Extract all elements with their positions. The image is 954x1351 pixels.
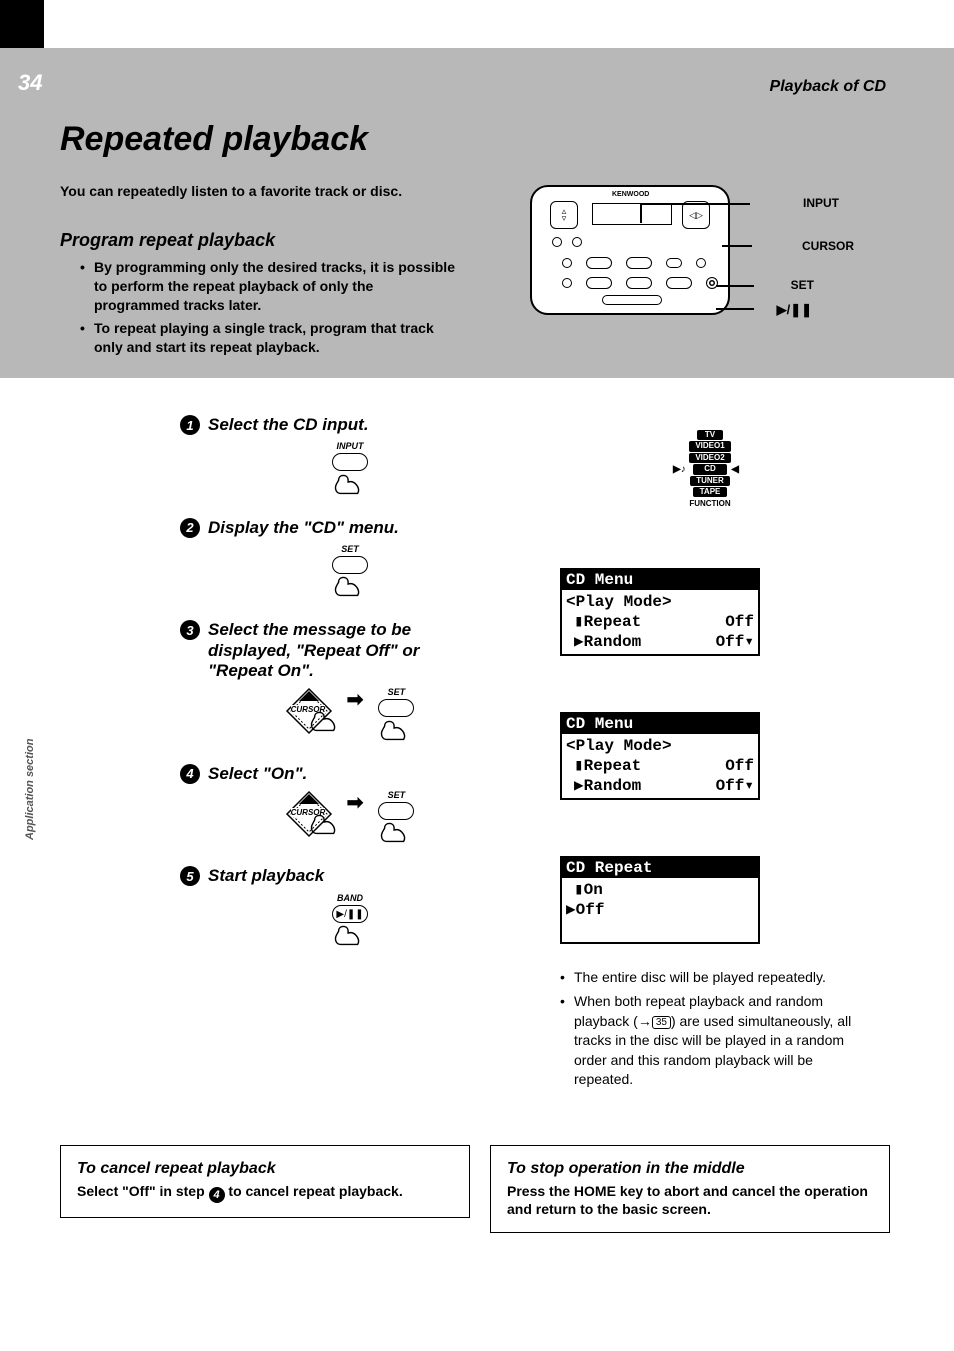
step-5-caption: BAND [220,893,480,903]
function-selector: TV VIDEO1 VIDEO2 ▶♪CD◀ TUNER TAPE FUNCTI… [670,430,750,508]
step-5: 5 Start playback BAND ▶/❚❚ [180,866,480,949]
lcd2-random-value: Off▾ [716,776,754,796]
lcd3-off: ▶Off [566,900,754,920]
corner-tab [0,0,44,48]
step-1-caption: INPUT [220,441,480,451]
side-section-label: Application section [24,739,36,840]
play-button-icon: ▶/❚❚ [331,905,369,949]
lcd1-title: CD Menu [562,570,758,590]
function-caption: FUNCTION [670,499,750,508]
set-button-icon [377,699,415,743]
lcd1-line1: <Play Mode> [566,592,754,612]
callout-cursor: CURSOR [802,239,854,253]
cancel-repeat-head: To cancel repeat playback [77,1160,453,1178]
func-item-cd: ▶♪CD◀ [693,464,727,474]
subheading-program-repeat: Program repeat playback [60,230,275,251]
step-2: 2 Display the "CD" menu. SET [180,518,480,601]
lcd2-title: CD Menu [562,714,758,734]
lcd3-on: ▮On [566,880,754,900]
cancel-repeat-box: To cancel repeat playback Select "Off" i… [60,1145,470,1218]
set-button-icon [331,556,369,600]
play-pause-glyph: ▶/❚❚ [332,905,368,923]
steps-column: 1 Select the CD input. INPUT 2 Display the… [180,415,480,969]
callout-input: INPUT [803,196,839,210]
arrow-right-icon: ➡ [347,687,364,712]
inline-step-num: 4 [209,1187,225,1203]
step-num-4: 4 [180,764,200,784]
hand-icon [377,816,415,846]
func-item-video1: VIDEO1 [689,441,731,451]
step-num-1: 1 [180,415,200,435]
step-3: 3 Select the message to be displayed, "Re… [180,620,480,743]
lcd-cd-menu-1: CD Menu <Play Mode> ▮Repeat Off ▶Random Of… [560,568,760,656]
step-4: 4Select "On". CURSOR ➡ SET [180,764,480,847]
remote-cursor-pad: ◁▷ [682,201,710,229]
remote-brand: KENWOOD [612,191,649,198]
intro-bullet-2: To repeat playing a single track, progra… [80,319,460,357]
callout-playpause: ▶/❚❚ [777,302,812,318]
remote-screen [592,203,672,225]
hand-icon [331,570,369,600]
step-3-title: Select the message to be displayed, "Rep… [208,620,419,680]
lcd2-repeat-value: Off [725,756,754,776]
page-title: Repeated playback [60,120,368,159]
func-item-tuner: TUNER [690,476,730,486]
step-1-title: Select the CD input. [208,415,369,434]
set-button-icon [377,802,415,846]
intro-text: You can repeatedly listen to a favorite … [60,182,460,201]
step-1: 1 Select the CD input. INPUT [180,415,480,498]
lcd3-title: CD Repeat [562,858,758,878]
lcd1-repeat-value: Off [725,612,754,632]
lcd1-random-value: Off▾ [716,632,754,652]
note-2: When both repeat playback and random pla… [560,992,870,1090]
hand-icon [307,808,345,838]
intro-bullets: By programming only the desired tracks, … [80,258,460,360]
notes-list: The entire disc will be played repeatedl… [560,968,870,1090]
step-num-2: 2 [180,518,200,538]
lcd2-random-label: ▶Random [566,776,641,796]
step-num-5: 5 [180,866,200,886]
lcd2-repeat-label: ▮Repeat [566,756,641,776]
hand-icon [307,705,345,735]
step-2-caption: SET [220,544,480,554]
stop-operation-body: Press the HOME key to abort and cancel t… [507,1182,873,1218]
page-ref-icon: 35 [652,1016,671,1029]
lcd-cd-menu-2: CD Menu <Play Mode> ▮Repeat Off ▶Random Of… [560,712,760,800]
header-section-title: Playback of CD [770,78,886,96]
step-5-title: Start playback [208,866,324,885]
lcd1-random-label: ▶Random [566,632,641,652]
note-1: The entire disc will be played repeatedl… [560,968,870,988]
lcd1-repeat-label: ▮Repeat [566,612,641,632]
lcd-cd-repeat: CD Repeat ▮On ▶Off [560,856,760,944]
stop-operation-head: To stop operation in the middle [507,1160,873,1178]
input-button-icon [331,453,369,497]
step-num-3: 3 [180,620,200,640]
func-item-tape: TAPE [693,487,727,497]
step-2-title: Display the "CD" menu. [208,518,399,537]
callout-set: SET [791,278,814,292]
step-3-set-label: SET [377,687,415,697]
func-item-video2: VIDEO2 [689,453,731,463]
remote-input-pad: ▵▿ [550,201,578,229]
page-number: 34 [18,70,42,96]
step-4-set-label: SET [377,790,415,800]
intro-bullet-1: By programming only the desired tracks, … [80,258,460,315]
hand-icon [377,714,415,744]
stop-operation-box: To stop operation in the middle Press th… [490,1145,890,1233]
lcd2-line1: <Play Mode> [566,736,754,756]
hand-icon [331,468,369,498]
func-item-tv: TV [697,430,723,440]
display-column: TV VIDEO1 VIDEO2 ▶♪CD◀ TUNER TAPE FUNCTI… [560,430,860,1094]
arrow-right-icon: ➡ [347,790,364,815]
cancel-repeat-body: Select "Off" in step 4 to cancel repeat … [77,1182,453,1203]
step-4-title: Select "On". [208,764,307,783]
